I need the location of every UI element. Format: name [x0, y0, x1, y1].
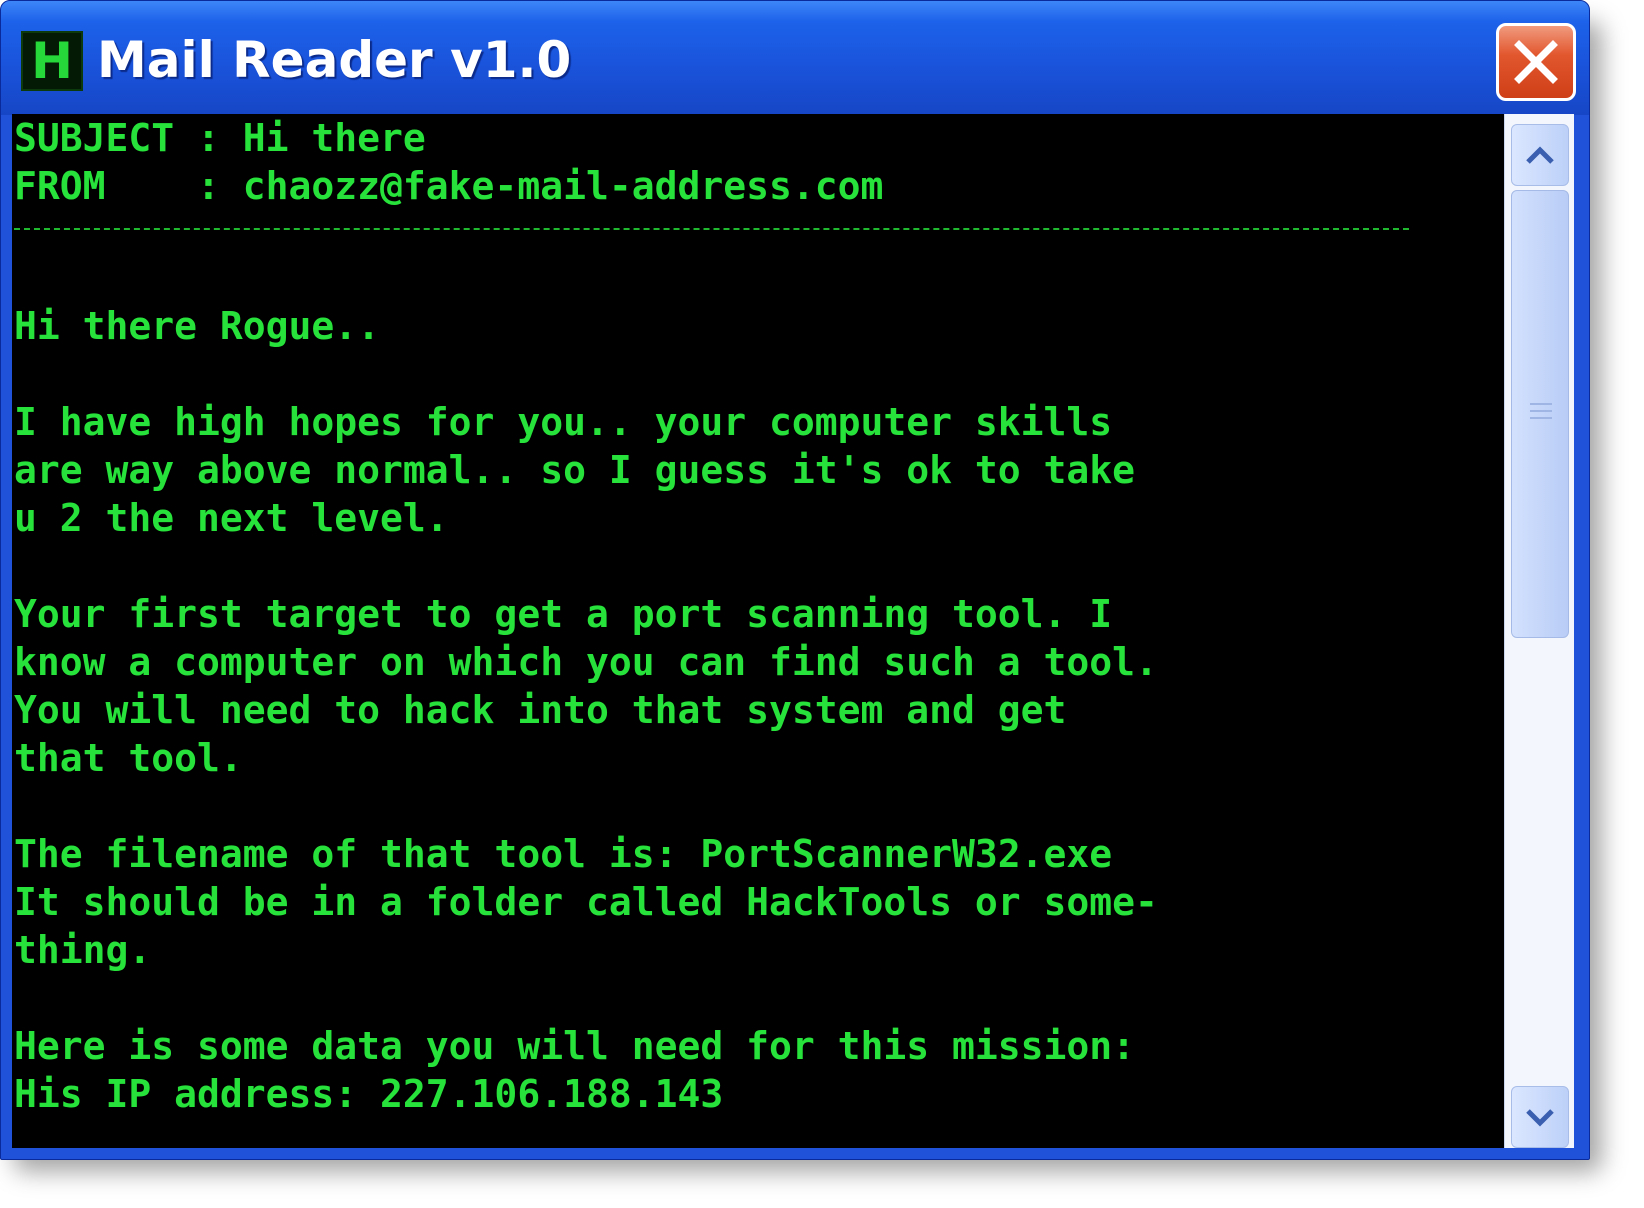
title-bar[interactable]: H Mail Reader v1.0	[1, 1, 1589, 115]
close-button[interactable]	[1496, 23, 1576, 101]
body-line: thing.	[14, 928, 152, 972]
body-line: Here is some data you will need for this…	[14, 1024, 1136, 1068]
scroll-up-button[interactable]	[1511, 124, 1569, 186]
thumb-grip-line	[1530, 403, 1552, 405]
body-blank-line	[14, 974, 1504, 1022]
chevron-down-icon	[1526, 1109, 1554, 1127]
body-blank-line	[14, 350, 1504, 398]
body-line: know a computer on which you can find su…	[14, 640, 1158, 684]
close-icon	[1514, 40, 1558, 84]
mail-text: SUBJECT : Hi there FROM : chaozz@fake-ma…	[14, 114, 1504, 1148]
body-blank-line	[14, 782, 1504, 830]
body-line: It should be in a folder called HackTool…	[14, 880, 1158, 924]
body-blank-line	[14, 542, 1504, 590]
mail-content-area: SUBJECT : Hi there FROM : chaozz@fake-ma…	[12, 114, 1504, 1148]
chevron-up-icon	[1526, 146, 1554, 164]
body-line: are way above normal.. so I guess it's o…	[14, 448, 1136, 492]
mail-body: Hi there Rogue.. I have high hopes for y…	[14, 302, 1504, 1118]
app-icon: H	[21, 31, 83, 91]
app-icon-letter: H	[31, 32, 73, 90]
body-line: You will need to hack into that system a…	[14, 688, 1067, 732]
window-title: Mail Reader v1.0	[97, 31, 572, 89]
body-line: that tool.	[14, 736, 243, 780]
scrollbar-thumb[interactable]	[1511, 190, 1569, 638]
body-line: His IP address: 227.106.188.143	[14, 1072, 724, 1116]
from-row: FROM : chaozz@fake-mail-address.com	[14, 164, 884, 208]
header-separator	[14, 228, 1409, 230]
body-line: I have high hopes for you.. your compute…	[14, 400, 1113, 444]
thumb-grip-line	[1530, 410, 1552, 412]
body-line: u 2 the next level.	[14, 496, 449, 540]
vertical-scrollbar[interactable]	[1504, 114, 1574, 1148]
thumb-grip-line	[1530, 417, 1552, 419]
body-line: Your first target to get a port scanning…	[14, 592, 1113, 636]
body-line: Hi there Rogue..	[14, 304, 381, 348]
body-line: The filename of that tool is: PortScanne…	[14, 832, 1113, 876]
scroll-down-button[interactable]	[1511, 1086, 1569, 1148]
subject-row: SUBJECT : Hi there	[14, 116, 426, 160]
